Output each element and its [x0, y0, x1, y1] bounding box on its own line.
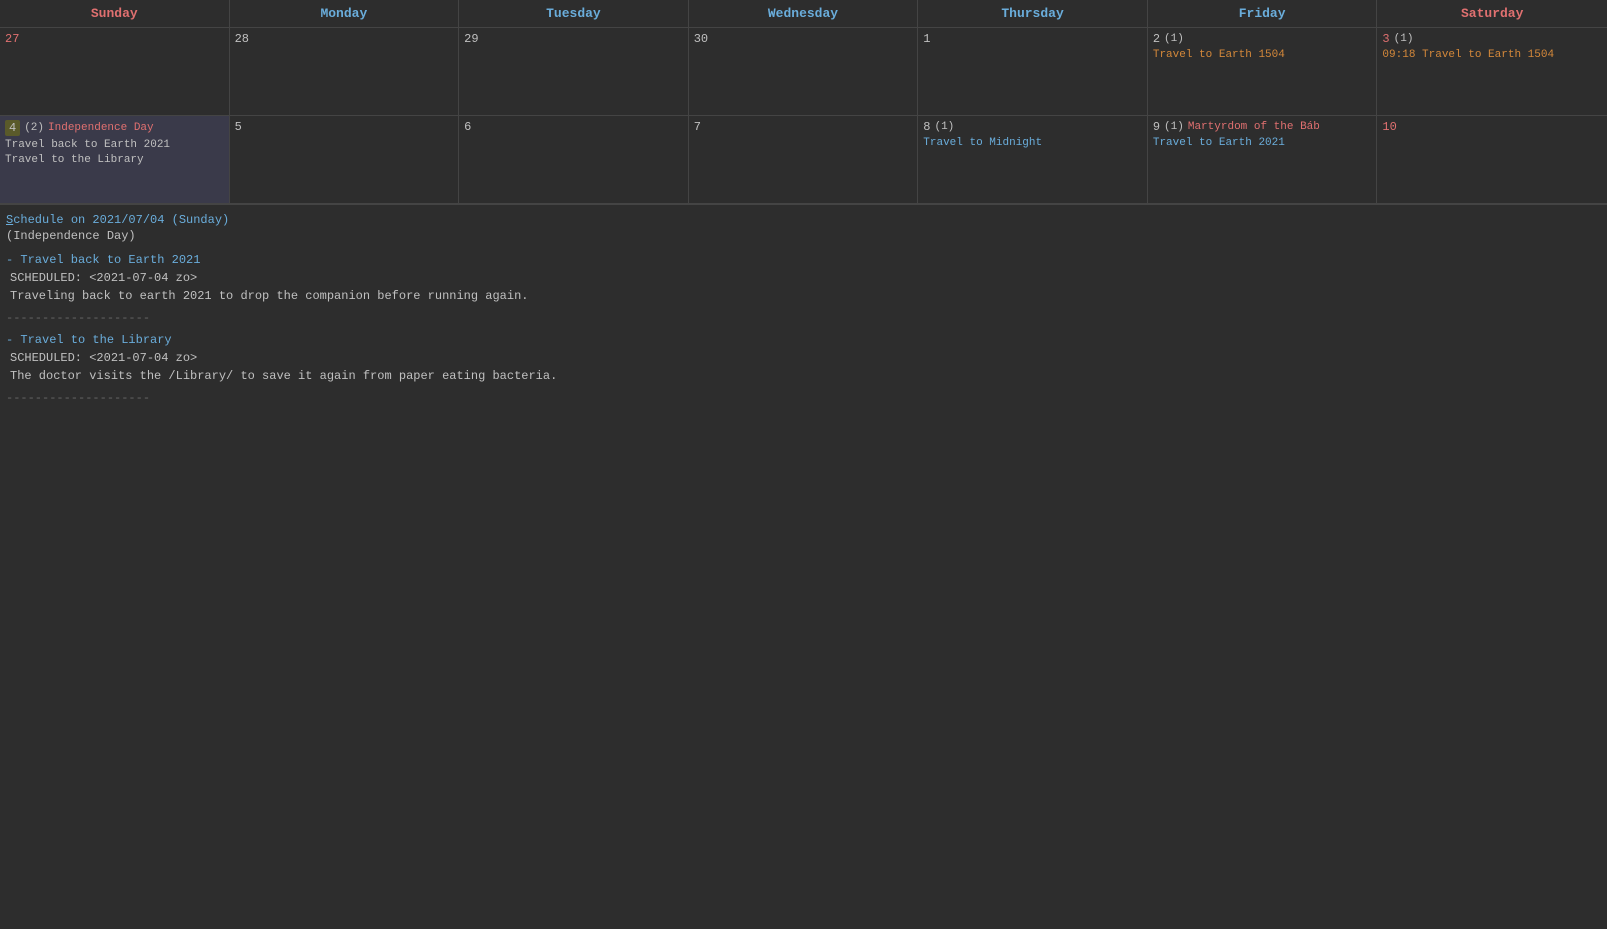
schedule-section: Schedule on 2021/07/04 (Sunday) (Indepen… [0, 204, 1607, 421]
date-29: 29 [464, 32, 478, 46]
date-8: 8 [923, 120, 930, 134]
schedule-title-rest: chedule on 2021/07/04 (Sunday) [13, 213, 229, 227]
cell-sat-10[interactable]: 10 [1377, 116, 1607, 204]
calendar-header: Sunday Monday Tuesday Wednesday Thursday… [0, 0, 1607, 28]
cell-sun-4[interactable]: 4 (2) Independence Day Travel back to Ea… [0, 116, 230, 204]
cell-tue-29[interactable]: 29 [459, 28, 689, 116]
header-wednesday: Wednesday [689, 0, 919, 27]
calendar-row-1: 27 28 29 30 1 2 (1) Travel to Earth 1504 [0, 28, 1607, 116]
entry-1-title: - Travel back to Earth 2021 [6, 253, 1601, 267]
event-sat-3-1: 09:18 Travel to Earth 1504 [1382, 48, 1602, 63]
event-fri-9-1: Travel to Earth 2021 [1153, 136, 1372, 151]
header-saturday: Saturday [1377, 0, 1607, 27]
cell-fri-2[interactable]: 2 (1) Travel to Earth 1504 [1148, 28, 1378, 116]
count-9: (1) [1164, 121, 1184, 133]
event-thu-8-1: Travel to Midnight [923, 136, 1142, 151]
cell-thu-8[interactable]: 8 (1) Travel to Midnight [918, 116, 1148, 204]
date-1: 1 [923, 32, 930, 46]
entry-2-scheduled: SCHEDULED: <2021-07-04 zo> [6, 351, 1601, 365]
cell-mon-28[interactable]: 28 [230, 28, 460, 116]
date-5: 5 [235, 120, 242, 134]
entry-1-desc: Traveling back to earth 2021 to drop the… [6, 289, 1601, 303]
cell-wed-30[interactable]: 30 [689, 28, 919, 116]
header-thursday: Thursday [918, 0, 1148, 27]
entry-1-scheduled: SCHEDULED: <2021-07-04 zo> [6, 271, 1601, 285]
date-28: 28 [235, 32, 249, 46]
date-10: 10 [1382, 120, 1396, 134]
count-3: (1) [1394, 33, 1414, 45]
calendar-row-2: 4 (2) Independence Day Travel back to Ea… [0, 116, 1607, 204]
cell-sat-3[interactable]: 3 (1) 09:18 Travel to Earth 1504 [1377, 28, 1607, 116]
holiday-4: Independence Day [48, 122, 154, 134]
cell-fri-9[interactable]: 9 (1) Martyrdom of the Báb Travel to Ear… [1148, 116, 1378, 204]
event-sun-4-2: Travel to the Library [5, 153, 224, 168]
header-monday: Monday [230, 0, 460, 27]
date-7: 7 [694, 120, 701, 134]
entry-2-desc: The doctor visits the /Library/ to save … [6, 369, 1601, 383]
schedule-entry-1: - Travel back to Earth 2021 SCHEDULED: <… [6, 253, 1601, 303]
cell-mon-5[interactable]: 5 [230, 116, 460, 204]
header-sunday: Sunday [0, 0, 230, 27]
schedule-title: Schedule on 2021/07/04 (Sunday) [6, 213, 1601, 227]
entry-2-title: - Travel to the Library [6, 333, 1601, 347]
divider-2: -------------------- [6, 391, 1601, 405]
divider-1: -------------------- [6, 311, 1601, 325]
event-fri-2-1: Travel to Earth 1504 [1153, 48, 1372, 63]
count-8: (1) [934, 121, 954, 133]
count-4: (2) [24, 122, 44, 134]
header-tuesday: Tuesday [459, 0, 689, 27]
schedule-subtitle: (Independence Day) [6, 229, 1601, 243]
count-2: (1) [1164, 33, 1184, 45]
date-3: 3 [1382, 32, 1389, 46]
cell-wed-7[interactable]: 7 [689, 116, 919, 204]
header-friday: Friday [1148, 0, 1378, 27]
date-6: 6 [464, 120, 471, 134]
schedule-entry-2: - Travel to the Library SCHEDULED: <2021… [6, 333, 1601, 383]
cell-tue-6[interactable]: 6 [459, 116, 689, 204]
event-sun-4-1: Travel back to Earth 2021 [5, 138, 224, 153]
date-2: 2 [1153, 32, 1160, 46]
date-9: 9 [1153, 120, 1160, 134]
date-30: 30 [694, 32, 708, 46]
date-27: 27 [5, 32, 19, 46]
cell-sun-27[interactable]: 27 [0, 28, 230, 116]
date-4: 4 [5, 120, 20, 136]
holiday-9: Martyrdom of the Báb [1188, 121, 1320, 133]
cell-thu-1[interactable]: 1 [918, 28, 1148, 116]
